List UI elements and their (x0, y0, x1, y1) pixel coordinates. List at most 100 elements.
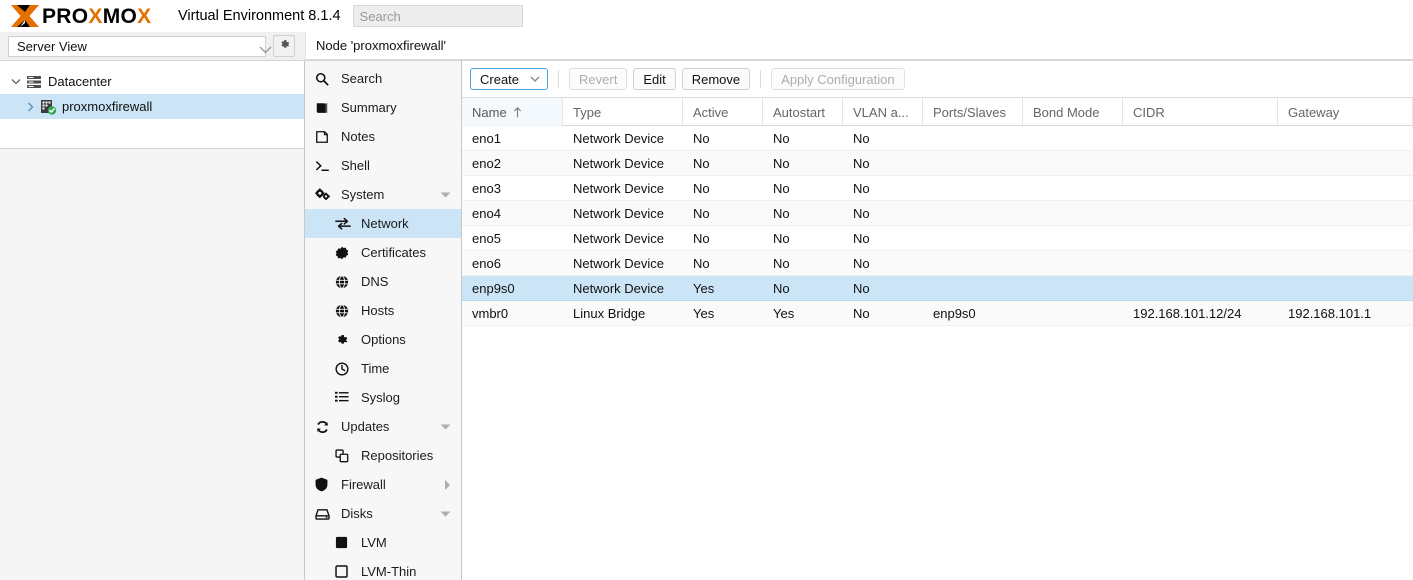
nav-item-network[interactable]: Network (305, 209, 461, 238)
nav-item-firewall[interactable]: Firewall (305, 470, 461, 499)
revert-button-label: Revert (579, 71, 618, 87)
nav-item-lvm-thin[interactable]: LVM-Thin (305, 557, 461, 580)
proxmox-logo[interactable]: PROXMOX (8, 0, 172, 32)
cell-active: No (693, 180, 710, 196)
column-header-cidr[interactable]: CIDR (1123, 98, 1278, 127)
cell-name: eno1 (472, 130, 501, 146)
tree-empty-space (0, 149, 304, 580)
chevron-right-icon[interactable] (22, 102, 38, 112)
chevron-right-icon[interactable] (444, 479, 451, 490)
table-row[interactable]: eno4 Network Device No No No (462, 201, 1413, 226)
chevron-down-icon[interactable] (440, 510, 451, 517)
nav-item-time[interactable]: Time (305, 354, 461, 383)
table-row[interactable]: eno3 Network Device No No No (462, 176, 1413, 201)
cell-bond (1023, 151, 1123, 176)
list-icon (335, 391, 355, 404)
nav-item-system[interactable]: System (305, 180, 461, 209)
column-header-active[interactable]: Active (683, 98, 763, 127)
revert-button[interactable]: Revert (569, 68, 628, 90)
nav-item-options[interactable]: Options (305, 325, 461, 354)
global-search-input[interactable]: Search (352, 5, 523, 27)
nav-item-hosts[interactable]: Hosts (305, 296, 461, 325)
certificate-icon (335, 246, 355, 260)
cell-cidr (1123, 251, 1278, 276)
cell-type: Network Device (573, 230, 665, 246)
nav-item-repositories[interactable]: Repositories (305, 441, 461, 470)
nav-item-updates[interactable]: Updates (305, 412, 461, 441)
cell-name: eno5 (472, 230, 501, 246)
column-header-vlan-aware[interactable]: VLAN a... (843, 98, 923, 127)
table-row[interactable]: eno2 Network Device No No No (462, 151, 1413, 176)
nav-item-certificates[interactable]: Certificates (305, 238, 461, 267)
nav-item-label: Syslog (361, 390, 401, 405)
chevron-down-icon[interactable] (440, 191, 451, 198)
view-select[interactable]: Server View (8, 35, 272, 57)
tree-item-label: Datacenter (48, 74, 112, 89)
cell-name: eno3 (472, 180, 501, 196)
table-row[interactable]: vmbr0 Linux Bridge Yes Yes No enp9s0 192.168.1… (462, 301, 1413, 326)
edit-button[interactable]: Edit (633, 68, 676, 90)
globe-icon (335, 274, 355, 289)
apply-configuration-label: Apply Configuration (781, 71, 895, 87)
chevron-down-icon[interactable] (8, 78, 24, 85)
nav-item-label: Search (341, 71, 383, 86)
table-row[interactable]: eno5 Network Device No No No (462, 226, 1413, 251)
settings-button[interactable] (273, 35, 295, 57)
lvm-icon (335, 536, 355, 549)
cell-gw (1278, 176, 1413, 201)
global-search-placeholder: Search (359, 8, 401, 24)
nav-item-shell[interactable]: Shell (305, 151, 461, 180)
table-row[interactable]: eno1 Network Device No No No (462, 126, 1413, 151)
resource-tree: Datacenter proxmoxfirewall (0, 61, 304, 149)
nav-item-disks[interactable]: Disks (305, 499, 461, 528)
cell-ports (923, 201, 1023, 226)
column-header-ports-slaves[interactable]: Ports/Slaves (923, 98, 1023, 127)
create-button[interactable]: Create (470, 68, 549, 90)
remove-button[interactable]: Remove (681, 68, 751, 90)
cell-active: Yes (693, 305, 715, 321)
chevron-down-icon[interactable] (440, 423, 451, 430)
cell-bond (1023, 226, 1123, 251)
nav-item-lvm[interactable]: LVM (305, 528, 461, 557)
apply-configuration-button[interactable]: Apply Configuration (771, 68, 905, 90)
product-name: Virtual Environment 8.1.4 (178, 8, 341, 24)
cell-gw (1278, 126, 1413, 151)
column-header-bond-mode[interactable]: Bond Mode (1023, 98, 1123, 127)
nav-item-label: Network (361, 216, 409, 231)
column-header-name[interactable]: Name (462, 98, 563, 127)
column-header-label: Bond Mode (1033, 105, 1100, 120)
network-toolbar: Create Revert Edit Remove Apply Configur… (462, 61, 1413, 97)
cell-bond (1023, 301, 1123, 326)
cell-name: eno6 (472, 255, 501, 271)
tree-item-datacenter[interactable]: Datacenter (0, 69, 304, 94)
table-row[interactable]: eno6 Network Device No No No (462, 251, 1413, 276)
cell-vlan: No (853, 180, 870, 196)
column-header-type[interactable]: Type (563, 98, 683, 127)
column-header-label: Type (573, 105, 602, 120)
proxmox-web-ui: PROXMOX Virtual Environment 8.1.4 Search… (0, 0, 1413, 580)
nav-item-syslog[interactable]: Syslog (305, 383, 461, 412)
nav-item-dns[interactable]: DNS (305, 267, 461, 296)
nav-item-search[interactable]: Search (305, 64, 461, 93)
main-content: Create Revert Edit Remove Apply Configur… (462, 60, 1413, 580)
repository-icon (335, 448, 355, 463)
nav-item-notes[interactable]: Notes (305, 122, 461, 151)
toolbar-separator (558, 70, 560, 88)
column-header-gateway[interactable]: Gateway (1278, 98, 1413, 127)
column-header-autostart[interactable]: Autostart (763, 98, 843, 127)
chevron-down-icon[interactable] (527, 75, 543, 83)
nav-item-summary[interactable]: Summary (305, 93, 461, 122)
tree-item-proxmoxfirewall[interactable]: proxmoxfirewall (0, 94, 304, 119)
table-row[interactable]: enp9s0 Network Device Yes No No (462, 276, 1413, 301)
tree-item-label: proxmoxfirewall (62, 99, 153, 114)
cell-ports (923, 151, 1023, 176)
column-header-label: Name (472, 105, 507, 120)
cell-active: No (693, 255, 710, 271)
nav-item-label: Disks (341, 506, 373, 521)
cell-type: Network Device (573, 280, 665, 296)
view-select-wrap: Server View (0, 32, 305, 60)
cell-auto: No (773, 205, 790, 221)
cell-vlan: No (853, 255, 870, 271)
column-header-label: Gateway (1288, 105, 1340, 120)
cell-vlan: No (853, 280, 870, 296)
